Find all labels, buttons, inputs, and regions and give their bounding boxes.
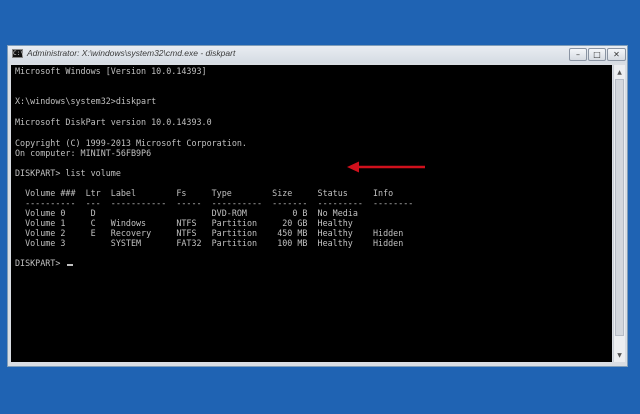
- arrow-head: [347, 161, 359, 173]
- scroll-up-icon[interactable]: ▲: [614, 66, 625, 78]
- scroll-down-icon[interactable]: ▼: [614, 349, 625, 361]
- red-arrow-annotation: [347, 161, 425, 173]
- cmd-icon[interactable]: C:\: [12, 49, 24, 58]
- prompt-text: DISKPART>: [15, 258, 66, 268]
- minimize-icon: –: [576, 50, 580, 59]
- minimize-button[interactable]: –: [569, 48, 587, 61]
- volume-row: Volume 3 SYSTEM FAT32 Partition 100 MB H…: [15, 238, 404, 248]
- maximize-button[interactable]: □: [588, 48, 606, 61]
- close-icon: ✕: [613, 50, 620, 59]
- volume-table-divider: ---------- --- ----------- ----- -------…: [15, 198, 414, 208]
- console-line: On computer: MININT-56FB9P6: [15, 148, 152, 158]
- text-cursor: [67, 264, 74, 266]
- console-line: Microsoft Windows [Version 10.0.14393]: [15, 66, 207, 76]
- close-button[interactable]: ✕: [607, 48, 626, 61]
- volume-row: Volume 0 D DVD-ROM 0 B No Media: [15, 208, 358, 218]
- maximize-icon: □: [593, 50, 601, 59]
- title-bar[interactable]: C:\ Administrator: X:\windows\system32\c…: [8, 46, 627, 63]
- cmd-window: C:\ Administrator: X:\windows\system32\c…: [7, 45, 628, 367]
- console-output[interactable]: Microsoft Windows [Version 10.0.14393] X…: [11, 65, 612, 362]
- console-line: DISKPART> list volume: [15, 168, 121, 178]
- scroll-thumb[interactable]: [615, 79, 624, 336]
- volume-table-header: Volume ### Ltr Label Fs Type Size Status…: [15, 188, 394, 198]
- console-line: Copyright (C) 1999-2013 Microsoft Corpor…: [15, 138, 247, 148]
- vertical-scrollbar[interactable]: ▲ ▼: [613, 65, 625, 362]
- window-title: Administrator: X:\windows\system32\cmd.e…: [27, 48, 236, 58]
- volume-row: Volume 2 E Recovery NTFS Partition 450 M…: [15, 228, 404, 238]
- console-prompt[interactable]: DISKPART>: [15, 258, 74, 268]
- volume-row: Volume 1 C Windows NTFS Partition 20 GB …: [15, 218, 353, 228]
- console-line: X:\windows\system32>diskpart: [15, 96, 157, 106]
- console-line: Microsoft DiskPart version 10.0.14393.0: [15, 117, 212, 127]
